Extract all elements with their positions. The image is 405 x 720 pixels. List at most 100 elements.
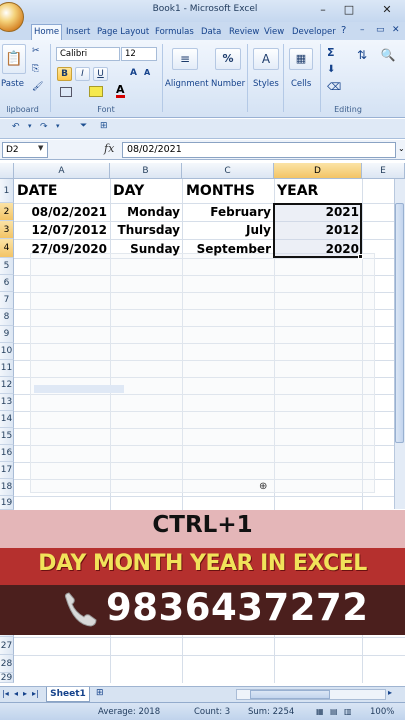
tab-developer[interactable]: Developer [290, 25, 338, 40]
tab-data[interactable]: Data [199, 25, 223, 40]
formula-input[interactable]: 08/02/2021 [122, 142, 396, 158]
last-sheet-icon[interactable]: ▸| [32, 689, 39, 698]
borders-icon[interactable] [60, 87, 72, 97]
fill-icon[interactable]: ⬇ [327, 64, 335, 75]
column-header-b[interactable]: B [110, 163, 182, 179]
copy-icon[interactable]: ⎘ [32, 64, 39, 74]
bold-button[interactable]: B [57, 67, 72, 81]
column-header-a[interactable]: A [14, 163, 110, 179]
horizontal-scroll-thumb[interactable] [250, 690, 330, 699]
sort-filter-icon[interactable]: ⇅ [352, 48, 372, 74]
qat-extra-icon[interactable]: ⊞ [100, 121, 108, 131]
row-header[interactable]: 7 [0, 292, 14, 309]
ribbon-close-icon[interactable]: ✕ [392, 25, 400, 35]
italic-button[interactable]: I [75, 67, 90, 81]
row-header[interactable]: 9 [0, 326, 14, 343]
minimize-button[interactable]: – [310, 2, 336, 18]
column-header-e[interactable]: E [362, 163, 405, 179]
sheet-tab-sheet1[interactable]: Sheet1 [46, 687, 90, 702]
row-header[interactable]: 11 [0, 360, 14, 377]
redo-dropdown-icon[interactable]: ▾ [56, 122, 60, 130]
cell-d1[interactable]: YEAR [277, 180, 318, 202]
zoom-level[interactable]: 100% [370, 707, 394, 717]
help-icon[interactable]: ? [341, 25, 346, 36]
vertical-scroll-thumb[interactable] [395, 203, 404, 443]
cell-c4[interactable]: September [182, 240, 271, 258]
cell-b1[interactable]: DAY [113, 180, 144, 202]
row-header[interactable]: 17 [0, 462, 14, 479]
prev-sheet-icon[interactable]: ◂ [14, 689, 18, 698]
cell-c1[interactable]: MONTHS [186, 180, 255, 202]
font-size-select[interactable]: 12 [121, 47, 157, 61]
name-box-dropdown-icon[interactable]: ▼ [38, 144, 43, 152]
row-header[interactable]: 10 [0, 343, 14, 360]
cell-c3[interactable]: July [182, 221, 271, 239]
expand-formula-icon[interactable]: ⌄ [398, 144, 405, 153]
normal-view-icon[interactable]: ▦ [316, 707, 324, 716]
tab-review[interactable]: Review [227, 25, 261, 40]
column-header-c[interactable]: C [182, 163, 274, 179]
customize-qat-icon[interactable]: ⏷ [80, 121, 87, 131]
alignment-icon[interactable]: ≡ [172, 48, 198, 70]
ribbon-minimize-icon[interactable]: – [360, 25, 365, 35]
cells-button[interactable]: Cells [291, 79, 311, 89]
cell-d3[interactable]: 2012 [274, 221, 359, 239]
cell-b2[interactable]: Monday [110, 203, 180, 221]
undo-dropdown-icon[interactable]: ▾ [28, 122, 32, 130]
autosum-icon[interactable]: Σ [327, 46, 335, 59]
cells-icon[interactable]: ▦ [289, 48, 313, 70]
row-header[interactable]: 29 [0, 673, 14, 683]
next-sheet-icon[interactable]: ▸ [23, 689, 27, 698]
cell-a2[interactable]: 08/02/2021 [14, 203, 107, 221]
cell-a3[interactable]: 12/07/2012 [14, 221, 107, 239]
row-header[interactable]: 4 [0, 239, 14, 258]
cell-b3[interactable]: Thursday [110, 221, 180, 239]
row-header[interactable]: 28 [0, 655, 14, 673]
redo-icon[interactable]: ↷ [40, 122, 48, 132]
row-header[interactable]: 18 [0, 479, 14, 496]
row-header[interactable]: 14 [0, 411, 14, 428]
row-header[interactable]: 3 [0, 221, 14, 239]
cell-a4[interactable]: 27/09/2020 [14, 240, 107, 258]
row-header[interactable]: 13 [0, 394, 14, 411]
grow-font-icon[interactable]: A [130, 68, 137, 78]
row-header[interactable]: 15 [0, 428, 14, 445]
close-button[interactable]: ✕ [374, 2, 400, 18]
undo-icon[interactable]: ↶ [12, 122, 20, 132]
clear-icon[interactable]: ⌫ [327, 82, 341, 93]
font-name-select[interactable]: Calibri [56, 47, 120, 61]
page-layout-view-icon[interactable]: ▤ [330, 707, 338, 716]
row-header[interactable]: 19 [0, 496, 14, 510]
row-header[interactable]: 1 [0, 179, 14, 203]
first-sheet-icon[interactable]: |◂ [2, 689, 9, 698]
row-header[interactable]: 6 [0, 275, 14, 292]
page-break-view-icon[interactable]: ▥ [344, 707, 352, 716]
cut-icon[interactable]: ✂ [32, 46, 40, 56]
alignment-button[interactable]: Alignment [165, 79, 209, 89]
find-select-icon[interactable]: 🔍 [378, 48, 398, 74]
cell-a1[interactable]: DATE [17, 180, 57, 202]
tab-formulas[interactable]: Formulas [153, 25, 196, 40]
fill-color-icon[interactable] [89, 86, 103, 97]
shrink-font-icon[interactable]: A [144, 68, 150, 77]
scroll-right-icon[interactable]: ▸ [388, 688, 392, 697]
tab-home[interactable]: Home [31, 24, 63, 40]
row-header[interactable]: 12 [0, 377, 14, 394]
select-all-corner[interactable] [0, 163, 14, 179]
underline-button[interactable]: U [93, 67, 108, 81]
paste-button[interactable]: Paste [1, 79, 24, 89]
format-painter-icon[interactable]: 🖌 [32, 82, 43, 92]
ribbon-restore-icon[interactable]: ▭ [376, 25, 385, 35]
maximize-button[interactable]: □ [336, 2, 362, 18]
column-header-d[interactable]: D [274, 163, 362, 179]
font-color-icon[interactable]: A [116, 84, 125, 98]
row-header[interactable]: 2 [0, 203, 14, 221]
number-button[interactable]: Number [211, 79, 245, 89]
row-header[interactable]: 27 [0, 637, 14, 655]
tab-view[interactable]: View [262, 25, 286, 40]
paste-icon[interactable]: 📋 [2, 44, 26, 74]
number-format-icon[interactable]: % [215, 48, 241, 70]
row-header[interactable]: 5 [0, 258, 14, 275]
styles-button[interactable]: Styles [253, 79, 279, 89]
cell-b4[interactable]: Sunday [110, 240, 180, 258]
